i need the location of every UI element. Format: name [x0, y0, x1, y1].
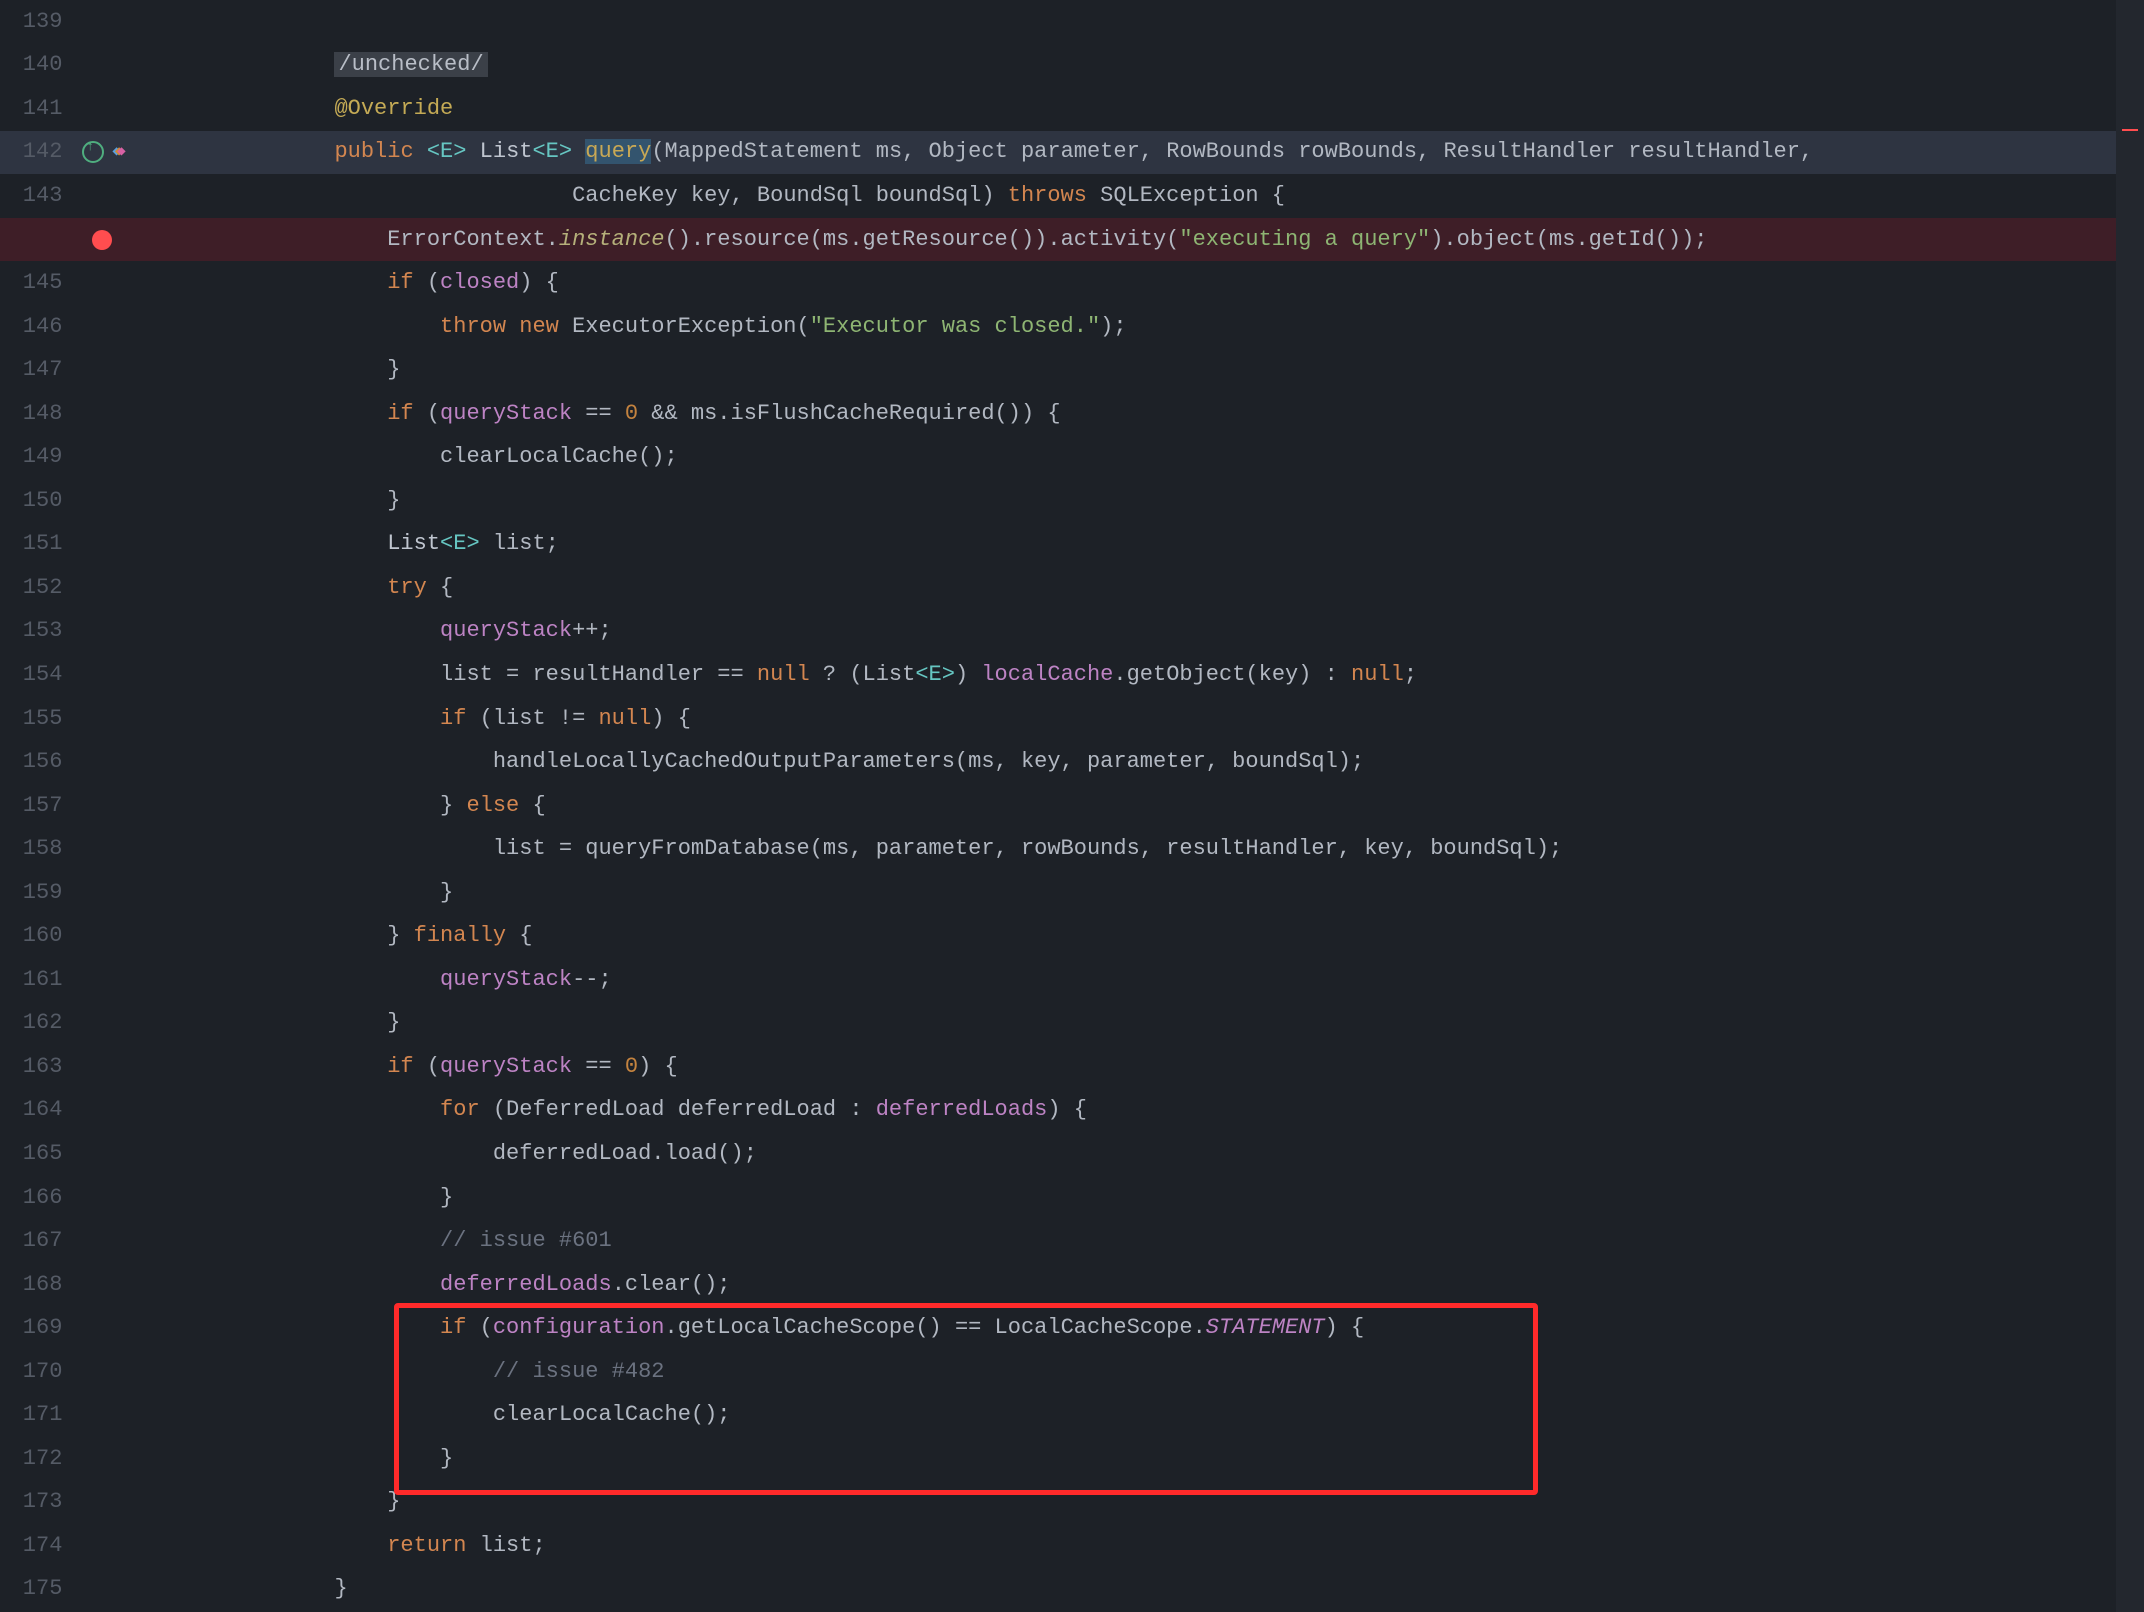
line-number: 145 — [0, 272, 76, 294]
line-number: 139 — [0, 11, 76, 33]
code-line[interactable]: 158 list = queryFromDatabase(ms, paramet… — [0, 827, 2144, 871]
code-line[interactable]: 162 } — [0, 1002, 2144, 1046]
code-line[interactable]: 161 queryStack--; — [0, 958, 2144, 1002]
code-line[interactable]: 152 try { — [0, 566, 2144, 610]
code-line[interactable]: 174 return list; — [0, 1524, 2144, 1568]
line-number: 163 — [0, 1056, 76, 1078]
line-number: 140 — [0, 54, 76, 76]
line-number: 146 — [0, 316, 76, 338]
code-line[interactable]: 159 } — [0, 871, 2144, 915]
code-line[interactable]: 166 } — [0, 1176, 2144, 1220]
meta-icon[interactable]: ◆◆◆ — [112, 145, 125, 159]
code-line[interactable]: 172 } — [0, 1437, 2144, 1481]
code-line[interactable]: 170 // issue #482 — [0, 1350, 2144, 1394]
line-number: 155 — [0, 708, 76, 730]
line-number: 147 — [0, 359, 76, 381]
code-line[interactable]: 169 if (configuration.getLocalCacheScope… — [0, 1306, 2144, 1350]
line-number: 160 — [0, 925, 76, 947]
code-line[interactable]: 175 } — [0, 1568, 2144, 1612]
line-number: 175 — [0, 1578, 76, 1600]
line-number: 149 — [0, 446, 76, 468]
line-number: 165 — [0, 1143, 76, 1165]
line-number: 172 — [0, 1448, 76, 1470]
code-line[interactable]: 156 handleLocallyCachedOutputParameters(… — [0, 740, 2144, 784]
code-line[interactable]: 157 } else { — [0, 784, 2144, 828]
code-line[interactable]: 154 list = resultHandler == null ? (List… — [0, 653, 2144, 697]
code-line[interactable]: 173 } — [0, 1481, 2144, 1525]
annotation-chip: /unchecked/ — [334, 52, 487, 77]
code-line[interactable]: 140 /unchecked/ — [0, 44, 2144, 88]
scrollbar-strip[interactable] — [2116, 0, 2144, 1612]
code-line[interactable]: 153 queryStack++; — [0, 610, 2144, 654]
line-number: 142 — [0, 141, 76, 163]
code-line[interactable]: 149 clearLocalCache(); — [0, 435, 2144, 479]
line-number: 152 — [0, 577, 76, 599]
line-number: 156 — [0, 751, 76, 773]
code-line[interactable]: 139 — [0, 0, 2144, 44]
code-line[interactable]: 141 @Override — [0, 87, 2144, 131]
code-line[interactable]: 151 List<E> list; — [0, 523, 2144, 567]
line-number: 159 — [0, 882, 76, 904]
code-line-breakpoint[interactable]: 144 ErrorContext.instance().resource(ms.… — [0, 218, 2144, 262]
code-line[interactable]: 150 } — [0, 479, 2144, 523]
code-line-active[interactable]: 142 ◆◆◆ public <E> List<E> query(MappedS… — [0, 131, 2144, 175]
code-editor[interactable]: 139 140 /unchecked/ 141 @Override 142 ◆◆… — [0, 0, 2144, 1611]
code-line[interactable]: 171 clearLocalCache(); — [0, 1394, 2144, 1438]
line-number: 170 — [0, 1361, 76, 1383]
line-number: 143 — [0, 185, 76, 207]
line-number: 168 — [0, 1274, 76, 1296]
breakpoint-icon[interactable] — [92, 230, 112, 250]
line-number: 150 — [0, 490, 76, 512]
code-line[interactable]: 147 } — [0, 348, 2144, 392]
code-line[interactable]: 155 if (list != null) { — [0, 697, 2144, 741]
code-line[interactable]: 164 for (DeferredLoad deferredLoad : def… — [0, 1089, 2144, 1133]
code-line[interactable]: 148 if (queryStack == 0 && ms.isFlushCac… — [0, 392, 2144, 436]
line-number: 158 — [0, 838, 76, 860]
line-number: 166 — [0, 1187, 76, 1209]
annotation-text: @Override — [334, 96, 453, 121]
line-number: 141 — [0, 98, 76, 120]
line-number: 157 — [0, 795, 76, 817]
line-number: 148 — [0, 403, 76, 425]
line-number: 167 — [0, 1230, 76, 1252]
line-number: 154 — [0, 664, 76, 686]
line-number: 161 — [0, 969, 76, 991]
code-line[interactable]: 168 deferredLoads.clear(); — [0, 1263, 2144, 1307]
code-line[interactable]: 146 throw new ExecutorException("Executo… — [0, 305, 2144, 349]
line-number: 169 — [0, 1317, 76, 1339]
line-number: 153 — [0, 620, 76, 642]
line-number: 164 — [0, 1099, 76, 1121]
line-number: 174 — [0, 1535, 76, 1557]
override-icon[interactable] — [82, 141, 104, 163]
code-line[interactable]: 145 if (closed) { — [0, 261, 2144, 305]
selected-method-name: query — [585, 139, 651, 164]
line-number: 171 — [0, 1404, 76, 1426]
code-line[interactable]: 165 deferredLoad.load(); — [0, 1132, 2144, 1176]
code-line[interactable]: 160 } finally { — [0, 914, 2144, 958]
code-line[interactable]: 143 CacheKey key, BoundSql boundSql) thr… — [0, 174, 2144, 218]
code-line[interactable]: 163 if (queryStack == 0) { — [0, 1045, 2144, 1089]
line-number: 151 — [0, 533, 76, 555]
line-number: 162 — [0, 1012, 76, 1034]
line-number: 173 — [0, 1491, 76, 1513]
code-line[interactable]: 167 // issue #601 — [0, 1219, 2144, 1263]
